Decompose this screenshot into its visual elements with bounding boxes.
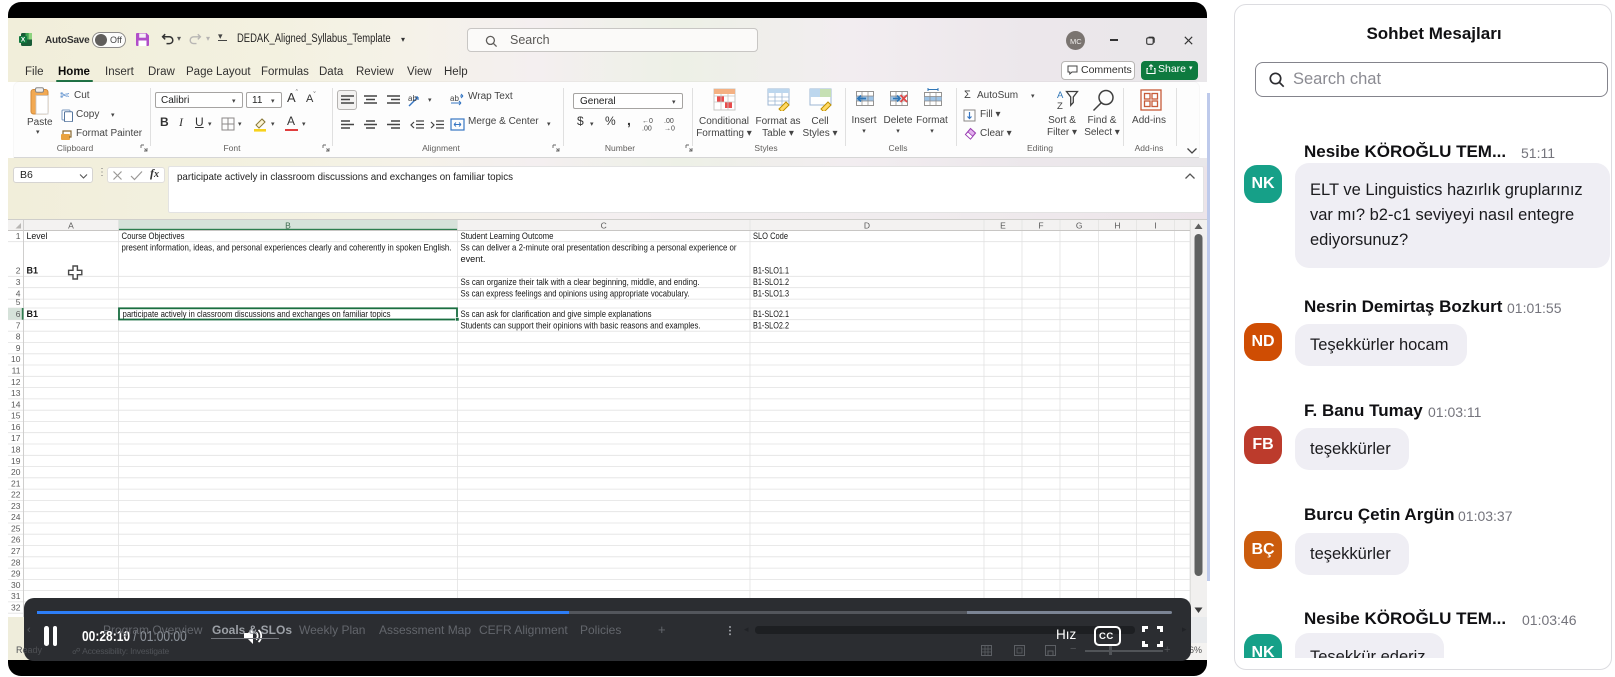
svg-text:2: 2 [16, 266, 21, 276]
svg-text:Ss can organize their talk wit: Ss can organize their talk with a clear … [461, 277, 700, 287]
svg-text:8: 8 [16, 332, 21, 342]
svg-text:B1: B1 [27, 266, 39, 276]
svg-text:31: 31 [11, 591, 21, 601]
svg-text:B1-SLO1.3: B1-SLO1.3 [753, 288, 789, 298]
svg-text:16: 16 [11, 422, 21, 432]
svg-text:23: 23 [11, 501, 21, 511]
svg-text:30: 30 [11, 580, 21, 590]
svg-text:7: 7 [16, 320, 21, 330]
svg-text:Course Objectives: Course Objectives [122, 231, 185, 241]
svg-text:A: A [68, 220, 74, 230]
svg-text:12: 12 [11, 377, 21, 387]
svg-text:D: D [864, 220, 870, 230]
svg-text:ab: ab [408, 94, 417, 103]
svg-text:Student Learning Outcome: Student Learning Outcome [461, 231, 554, 241]
svg-text:25: 25 [11, 523, 21, 533]
svg-text:15: 15 [11, 411, 21, 421]
svg-text:←0: ←0 [642, 118, 653, 125]
svg-text:10: 10 [11, 354, 21, 364]
svg-text:F: F [1038, 220, 1043, 230]
svg-text:6: 6 [16, 309, 21, 319]
svg-text:Students can support their opi: Students can support their opinions with… [461, 321, 701, 331]
svg-text:9: 9 [16, 343, 21, 353]
svg-text:.00: .00 [642, 126, 652, 132]
svg-text:Ss can ask for clarification a: Ss can ask for clarification and give si… [461, 309, 652, 319]
svg-text:G: G [1076, 220, 1083, 230]
svg-text:1: 1 [16, 231, 21, 241]
svg-text:participate actively in classr: participate actively in classroom discus… [123, 309, 391, 319]
svg-text:32: 32 [11, 602, 21, 612]
svg-text:Level: Level [27, 231, 48, 241]
svg-text:.00: .00 [664, 118, 674, 125]
svg-text:H: H [1114, 220, 1120, 230]
svg-text:B: B [285, 220, 291, 230]
svg-text:13: 13 [11, 388, 21, 398]
svg-text:Ss can express feelings and op: Ss can express feelings and opinions usi… [461, 288, 690, 298]
svg-text:X: X [21, 37, 26, 44]
svg-text:B1-SLO1.2: B1-SLO1.2 [753, 277, 789, 287]
svg-text:→0: →0 [664, 126, 675, 132]
svg-text:Ss can deliver a 2-minute oral: Ss can deliver a 2-minute oral presentat… [461, 243, 737, 253]
svg-text:event.: event. [461, 254, 486, 264]
svg-text:A: A [1057, 90, 1064, 101]
svg-text:I: I [1154, 220, 1156, 230]
svg-text:Z: Z [1057, 101, 1063, 111]
svg-text:24: 24 [11, 512, 21, 522]
svg-text:21: 21 [11, 478, 21, 488]
svg-text:18: 18 [11, 445, 21, 455]
svg-text:20: 20 [11, 467, 21, 477]
svg-text:3: 3 [16, 277, 21, 287]
svg-text:26: 26 [11, 535, 21, 545]
svg-text:B1-SLO1.1: B1-SLO1.1 [753, 266, 789, 276]
svg-text:5: 5 [16, 297, 21, 307]
svg-text:B1: B1 [27, 309, 39, 319]
svg-text:17: 17 [11, 433, 21, 443]
svg-text:E: E [1000, 220, 1006, 230]
svg-text:C: C [601, 220, 607, 230]
svg-text:B1-SLO2.2: B1-SLO2.2 [753, 321, 789, 331]
svg-text:11: 11 [12, 366, 21, 376]
svg-text:B1-SLO2.1: B1-SLO2.1 [753, 309, 789, 319]
svg-text:present information, ideas, an: present information, ideas, and personal… [122, 243, 452, 253]
svg-text:29: 29 [11, 569, 21, 579]
svg-text:SLO Code: SLO Code [753, 231, 788, 241]
svg-text:27: 27 [11, 546, 21, 556]
svg-text:22: 22 [11, 490, 21, 500]
svg-text:14: 14 [11, 399, 21, 409]
svg-text:19: 19 [11, 456, 21, 466]
svg-text:28: 28 [11, 557, 21, 567]
svg-text:ab: ab [450, 94, 459, 103]
